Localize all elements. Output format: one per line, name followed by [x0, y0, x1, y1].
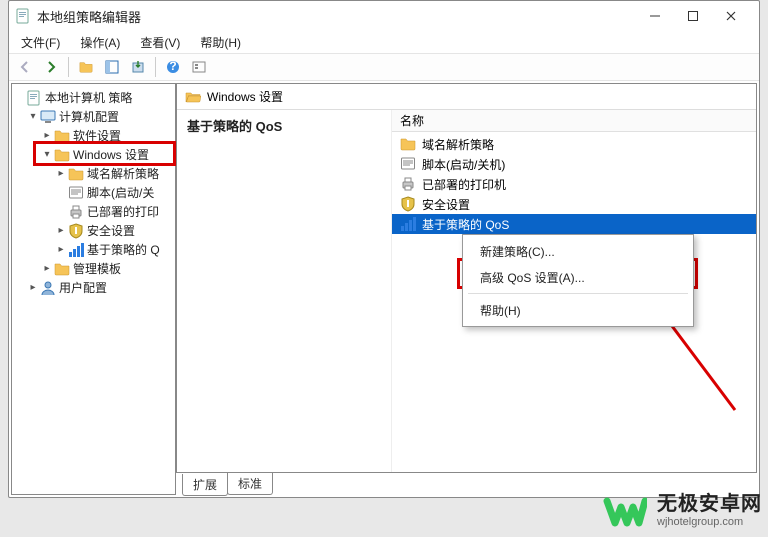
context-menu: 新建策略(C)... 高级 QoS 设置(A)... 帮助(H): [462, 234, 694, 327]
list-item-scripts[interactable]: 脚本(启动/关机): [392, 154, 756, 174]
folder-icon: [54, 261, 70, 277]
tree-label: 脚本(启动/关: [87, 184, 154, 201]
list-item-qos[interactable]: 基于策略的 QoS: [392, 214, 756, 234]
chevron-down-icon[interactable]: ▾: [40, 149, 54, 160]
folder-icon: [54, 128, 70, 144]
watermark-subtitle: wjhotelgroup.com: [657, 516, 762, 529]
menu-action[interactable]: 操作(A): [72, 32, 128, 53]
tree-admin-templates[interactable]: ▸ 管理模板: [12, 259, 175, 278]
menu-view[interactable]: 查看(V): [132, 32, 188, 53]
script-icon: [400, 156, 416, 172]
user-icon: [40, 280, 56, 296]
list-item-printers[interactable]: 已部署的打印机: [392, 174, 756, 194]
computer-icon: [40, 109, 56, 125]
close-button[interactable]: [713, 4, 749, 28]
back-button: [13, 56, 37, 78]
security-icon: [400, 196, 416, 212]
toolbar: ?: [9, 53, 759, 81]
tree-pane[interactable]: 本地计算机 策略 ▾ 计算机配置 ▸ 软件设置 ▾ Windows 设置: [11, 83, 176, 495]
ctx-new-policy[interactable]: 新建策略(C)...: [466, 238, 690, 264]
chevron-right-icon[interactable]: ▸: [40, 130, 54, 141]
title-bar: 本地组策略编辑器: [9, 1, 759, 31]
description-column: 基于策略的 QoS: [177, 110, 392, 472]
path-header: Windows 设置: [177, 84, 756, 110]
ctx-help[interactable]: 帮助(H): [466, 297, 690, 323]
maximize-button[interactable]: [675, 4, 711, 28]
watermark-title: 无极安卓网: [657, 492, 762, 516]
show-hide-tree-button[interactable]: [100, 56, 124, 78]
app-icon: [15, 8, 31, 24]
chevron-right-icon[interactable]: ▸: [26, 282, 40, 293]
security-icon: [68, 223, 84, 239]
tree-label: 本地计算机 策略: [45, 89, 132, 106]
tree-security-settings[interactable]: ▸ 安全设置: [12, 221, 175, 240]
tree-label: 安全设置: [87, 222, 135, 239]
col-name-label: 名称: [400, 112, 424, 129]
filter-button[interactable]: [187, 56, 211, 78]
tree-label: 计算机配置: [59, 108, 119, 125]
minimize-button[interactable]: [637, 4, 673, 28]
forward-button[interactable]: [39, 56, 63, 78]
tree-qos[interactable]: ▸ 基于策略的 Q: [12, 240, 175, 259]
chevron-down-icon[interactable]: ▾: [26, 111, 40, 122]
list-item-label: 已部署的打印机: [422, 176, 506, 193]
folder-icon: [68, 166, 84, 182]
tree-user-config[interactable]: ▸ 用户配置: [12, 278, 175, 297]
tree-software-settings[interactable]: ▸ 软件设置: [12, 126, 175, 145]
menu-file[interactable]: 文件(F): [13, 32, 68, 53]
tree-windows-settings[interactable]: ▾ Windows 设置: [12, 145, 175, 164]
chevron-right-icon[interactable]: ▸: [40, 263, 54, 274]
chevron-right-icon[interactable]: ▸: [54, 225, 68, 236]
menu-help[interactable]: 帮助(H): [192, 32, 249, 53]
chevron-right-icon[interactable]: ▸: [54, 244, 68, 255]
qos-icon: [400, 216, 416, 232]
toolbar-separator: [155, 57, 156, 77]
list-item-security[interactable]: 安全设置: [392, 194, 756, 214]
help-button[interactable]: ?: [161, 56, 185, 78]
qos-icon: [68, 242, 84, 258]
list-item-label: 域名解析策略: [422, 136, 494, 153]
ctx-separator: [468, 293, 688, 294]
export-button[interactable]: [126, 56, 150, 78]
tree-label: 基于策略的 Q: [87, 241, 160, 258]
folder-open-icon: [185, 89, 201, 105]
toolbar-separator: [68, 57, 69, 77]
folder-open-icon: [54, 147, 70, 163]
list-item-label: 基于策略的 QoS: [422, 216, 509, 233]
svg-text:?: ?: [169, 60, 176, 73]
tree-deployed-printers[interactable]: 已部署的打印: [12, 202, 175, 221]
tab-standard[interactable]: 标准: [227, 473, 273, 495]
list-item-label: 安全设置: [422, 196, 470, 213]
tree-label: Windows 设置: [73, 146, 149, 163]
tree-dns-policy[interactable]: ▸ 域名解析策略: [12, 164, 175, 183]
ctx-advanced-qos[interactable]: 高级 QoS 设置(A)...: [466, 264, 690, 290]
tree-label: 已部署的打印: [87, 203, 159, 220]
column-header-name[interactable]: 名称: [392, 110, 756, 132]
tree-label: 域名解析策略: [87, 165, 159, 182]
tree-label: 管理模板: [73, 260, 121, 277]
policy-icon: [26, 90, 42, 106]
folder-icon: [400, 136, 416, 152]
tree-scripts[interactable]: 脚本(启动/关: [12, 183, 175, 202]
tab-extended[interactable]: 扩展: [182, 474, 228, 496]
up-button[interactable]: [74, 56, 98, 78]
list-item-dns[interactable]: 域名解析策略: [392, 134, 756, 154]
tree-label: 软件设置: [73, 127, 121, 144]
window-title: 本地组策略编辑器: [37, 7, 637, 26]
watermark-logo-icon: [603, 489, 647, 533]
tree-label: 用户配置: [59, 279, 107, 296]
menu-bar: 文件(F) 操作(A) 查看(V) 帮助(H): [9, 31, 759, 53]
list-item-label: 脚本(启动/关机): [422, 156, 505, 173]
script-icon: [68, 185, 84, 201]
tree-root[interactable]: 本地计算机 策略: [12, 88, 175, 107]
tree-computer-config[interactable]: ▾ 计算机配置: [12, 107, 175, 126]
selection-heading: 基于策略的 QoS: [187, 116, 381, 135]
path-label: Windows 设置: [207, 88, 283, 105]
chevron-right-icon[interactable]: ▸: [54, 168, 68, 179]
watermark: 无极安卓网 wjhotelgroup.com: [603, 489, 762, 533]
printer-icon: [400, 176, 416, 192]
printer-icon: [68, 204, 84, 220]
